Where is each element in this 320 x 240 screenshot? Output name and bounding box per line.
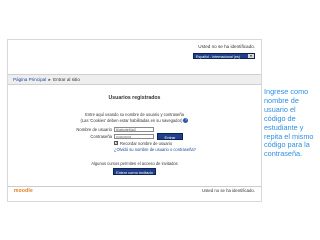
login-title: Usuarios registrados — [108, 95, 161, 101]
screenshot-frame: Usted no se ha identificado. Español - I… — [8, 40, 261, 201]
footer-divider — [8, 186, 261, 187]
breadcrumb-current: Entrar al sitio — [53, 77, 80, 82]
password-input[interactable]: •••••••••••• — [114, 134, 154, 139]
language-value: Español - Internacional (es) — [196, 55, 240, 59]
chevron-down-icon[interactable]: ▼ — [248, 54, 254, 58]
breadcrumb: Página Principal ▸ Entrar al sitio — [13, 75, 80, 84]
username-label: Nombre de usuario — [76, 127, 112, 132]
password-label: Contraseña — [90, 134, 112, 139]
guest-note: Algunos cursos permiten el acceso de inv… — [91, 161, 178, 166]
header: Usted no se ha identificado. Español - I… — [8, 40, 261, 70]
footer-login-status: Usted no se ha identificado. — [201, 188, 255, 193]
remember-checkbox[interactable]: ✓ — [114, 140, 119, 145]
help-icon[interactable]: ? — [183, 118, 189, 124]
forgot-password-link[interactable]: ¿Olvidó su nombre de usuario o contraseñ… — [114, 147, 196, 152]
moodle-logo[interactable]: moodle — [14, 188, 33, 194]
cookies-note-row: (Las 'Cookies' deben estar habilitadas e… — [8, 118, 261, 124]
login-instruction: Entre aquí usando su nombre de usuario y… — [85, 112, 184, 117]
username-input[interactable]: 6/abcdef4a3 — [114, 127, 154, 132]
remember-label: Recordar nombre de usuario — [120, 141, 173, 146]
login-status: Usted no se ha identificado. — [198, 44, 255, 49]
login-button[interactable]: Entrar — [157, 133, 183, 140]
navbar: Página Principal ▸ Entrar al sitio — [8, 74, 261, 85]
breadcrumb-home-link[interactable]: Página Principal — [13, 77, 46, 82]
check-icon: ✓ — [115, 140, 119, 145]
language-select[interactable]: Español - Internacional (es) ▼ — [193, 53, 255, 59]
side-note-line: contraseña. — [264, 149, 303, 159]
cookies-note: (Las 'Cookies' deben estar habilitadas e… — [80, 118, 183, 123]
breadcrumb-separator-icon: ▸ — [48, 77, 51, 82]
guest-login-button[interactable]: Entrar como invitado — [113, 168, 156, 175]
side-instruction-note: Ingrese como nombre de usuario el código… — [264, 87, 318, 159]
